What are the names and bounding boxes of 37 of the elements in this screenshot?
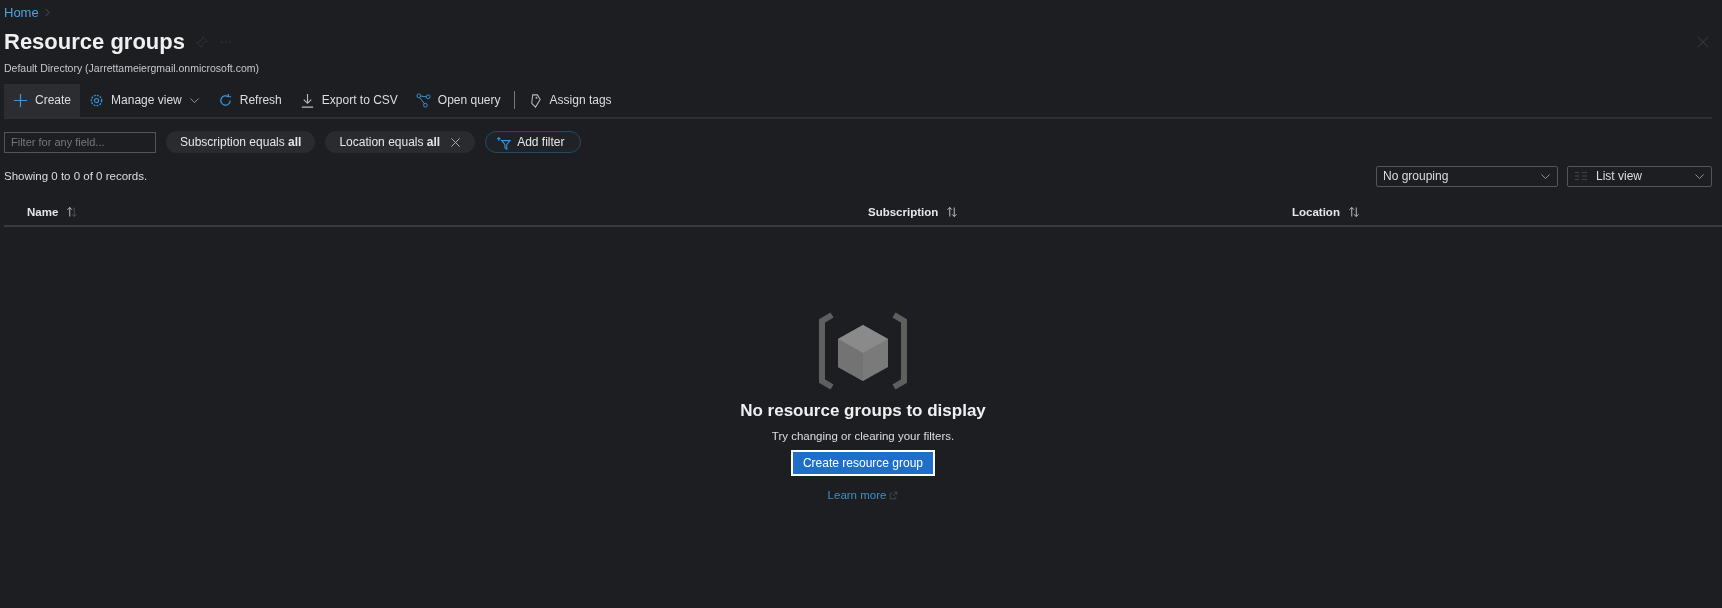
download-icon — [299, 92, 315, 108]
page-title: Resource groups — [4, 29, 185, 55]
close-icon — [1696, 35, 1710, 49]
grouping-dropdown[interactable]: No grouping — [1376, 165, 1558, 187]
column-header[interactable]: Location — [1292, 206, 1360, 218]
breadcrumb-link[interactable]: Home — [4, 4, 39, 20]
chevron-icon — [42, 7, 52, 17]
sort-icon — [946, 206, 959, 218]
cube-icon — [818, 311, 908, 391]
filter-pill[interactable]: Subscription equals all — [166, 131, 316, 153]
settings-icon — [89, 92, 105, 108]
filter-field[interactable]: Filter for any field... — [4, 131, 156, 153]
list-icon — [1574, 169, 1588, 183]
toolbar-button[interactable]: Export to CSV — [290, 83, 407, 117]
learn-more-link[interactable]: Learn more — [827, 489, 899, 501]
column-header[interactable]: Subscription — [868, 206, 959, 218]
column-header[interactable]: Name — [27, 206, 79, 218]
toolbar-button[interactable]: Refresh — [208, 83, 291, 117]
refresh-icon — [217, 92, 233, 108]
toolbar-button[interactable]: Open query — [406, 83, 510, 117]
create-button[interactable]: Create resource group — [790, 450, 936, 476]
toolbar-button[interactable]: Assign tags — [518, 83, 621, 117]
sort-icon — [66, 206, 79, 218]
record-count: Showing 0 to 0 of 0 records. — [4, 170, 148, 182]
toolbar-button[interactable]: Manage view — [80, 83, 209, 117]
view-dropdown[interactable]: List view — [1567, 165, 1712, 187]
add-filter-button[interactable]: Add filter — [485, 131, 581, 153]
sort-icon — [1347, 206, 1360, 218]
filter-icon — [496, 134, 512, 150]
empty-state-title: No resource groups to display — [740, 401, 986, 421]
nodes-icon — [415, 92, 431, 108]
empty-state-message: Try changing or clearing your filters. — [771, 430, 955, 442]
plus-icon — [13, 92, 28, 108]
directory-name: Default Directory (Jarrettameiergmail.onmicrosoft.com) — [4, 62, 260, 74]
filter-pill[interactable]: Location equals all — [325, 131, 476, 153]
toolbar-button[interactable]: Create — [4, 83, 81, 117]
external-link-icon — [889, 490, 899, 500]
